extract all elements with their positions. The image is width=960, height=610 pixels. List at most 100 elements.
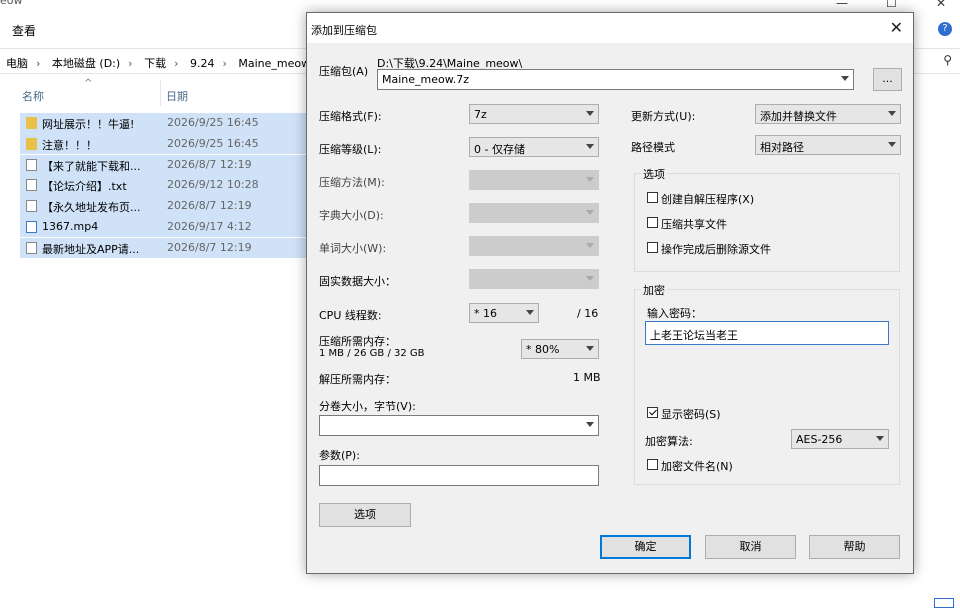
mem-detail: 1 MB / 26 GB / 32 GB [319, 348, 425, 359]
list-item[interactable]: 【永久地址发布页... 2026/8/7 12:19 [20, 196, 306, 217]
document-icon [26, 179, 37, 192]
decomp-value: 1 MB [573, 371, 601, 384]
delete-after-label[interactable]: 操作完成后删除源文件 [661, 241, 771, 257]
column-divider[interactable] [160, 80, 161, 106]
cpu-threads-select[interactable]: * 16 [469, 303, 539, 323]
dict-select [469, 203, 599, 223]
list-item[interactable]: 最新地址及APP请... 2026/8/7 12:19 [20, 237, 306, 259]
close-icon[interactable]: ✕ [936, 0, 946, 10]
file-name: 【论坛介绍】.txt [42, 180, 127, 194]
sort-up-icon: ^ [84, 78, 93, 89]
format-label: 压缩格式(F): [319, 110, 382, 123]
chevron-down-icon [586, 243, 594, 248]
document-icon [26, 241, 37, 254]
browse-button[interactable]: ... [873, 68, 902, 91]
mem-label: 压缩所需内存： [319, 335, 396, 348]
breadcrumb-item[interactable]: 下载 [144, 57, 166, 70]
split-label: 分卷大小，字节(V): [319, 400, 416, 413]
explorer-title: eow [0, 0, 23, 7]
password-value: 上老王论坛当老王 [650, 329, 738, 342]
sfx-label[interactable]: 创建自解压程序(X) [661, 191, 754, 207]
column-date[interactable]: 日期 [166, 88, 188, 104]
help-icon[interactable]: ? [938, 22, 952, 36]
file-list: 网址展示！！牛逼! 2026/9/25 16:45 注意！！！ 2026/9/25 … [20, 113, 306, 259]
ribbon-tab-view[interactable]: 查看 [12, 22, 36, 39]
video-icon [26, 220, 37, 233]
solid-select [469, 269, 599, 289]
level-label: 压缩等级(L): [319, 143, 382, 156]
maximize-icon[interactable]: ☐ [886, 0, 897, 10]
file-date: 2026/9/12 10:28 [167, 178, 259, 192]
column-name[interactable]: 名称 [22, 88, 44, 104]
chevron-right-icon: › [128, 57, 133, 70]
sfx-checkbox[interactable] [647, 192, 658, 203]
list-item[interactable]: 注意！！！ 2026/9/25 16:45 [20, 133, 306, 155]
params-input[interactable] [319, 465, 599, 486]
options-group-title: 选项 [641, 166, 667, 182]
breadcrumb: 电脑 › 本地磁盘 (D:) › 下载 › 9.24 › Maine_meow [6, 55, 316, 71]
cancel-button[interactable]: 取消 [705, 535, 796, 559]
options-button[interactable]: 选项 [319, 503, 411, 527]
update-value: 添加并替换文件 [760, 110, 837, 123]
method-label: 压缩方法(M): [319, 176, 385, 189]
chevron-down-icon [888, 142, 896, 147]
breadcrumb-item[interactable]: 9.24 [190, 57, 215, 70]
encrypt-names-checkbox[interactable] [647, 459, 658, 470]
show-password-checkbox[interactable] [647, 407, 658, 418]
delete-after-checkbox[interactable] [647, 242, 658, 253]
help-button[interactable]: 帮助 [809, 535, 900, 559]
minimize-icon[interactable]: — [836, 0, 848, 10]
search-icon[interactable]: ⚲ [943, 53, 952, 67]
breadcrumb-item[interactable]: 电脑 [6, 57, 28, 70]
level-select[interactable]: 0 - 仅存储 [469, 137, 599, 157]
chevron-down-icon [888, 111, 896, 116]
format-value: 7z [474, 108, 487, 121]
shared-files-checkbox[interactable] [647, 217, 658, 228]
breadcrumb-item[interactable]: 本地磁盘 (D:) [52, 57, 120, 70]
file-name: 注意！！！ [42, 138, 97, 152]
decomp-label: 解压所需内存： [319, 373, 396, 386]
ok-button[interactable]: 确定 [600, 535, 691, 559]
view-toggle-icon[interactable] [934, 598, 954, 608]
list-item[interactable]: 网址展示！！牛逼! 2026/9/25 16:45 [20, 113, 306, 134]
format-select[interactable]: 7z [469, 104, 599, 124]
encrypt-method-select[interactable]: AES-256 [791, 429, 889, 449]
breadcrumb-item[interactable]: Maine_meow [238, 57, 310, 70]
chevron-down-icon [586, 210, 594, 215]
file-name: 最新地址及APP请... [42, 242, 140, 256]
dialog-titlebar[interactable]: 添加到压缩包 ✕ [307, 13, 913, 43]
password-input[interactable]: 上老王论坛当老王 [645, 321, 889, 345]
split-size-combo[interactable] [319, 415, 599, 436]
list-item[interactable]: 【来了就能下载和... 2026/8/7 12:19 [20, 154, 306, 176]
file-name: 1367.mp4 [42, 219, 99, 233]
chevron-down-icon [526, 310, 534, 315]
shared-files-label[interactable]: 压缩共享文件 [661, 216, 727, 232]
file-name: 【来了就能下载和... [42, 159, 141, 173]
file-date: 2026/9/25 16:45 [167, 136, 259, 150]
close-icon[interactable]: ✕ [890, 18, 903, 37]
archive-label: 压缩包(A) [319, 65, 369, 78]
update-mode-select[interactable]: 添加并替换文件 [755, 104, 901, 124]
mem-value: * 80% [526, 343, 560, 356]
file-name: 网址展示！！牛逼! [42, 118, 135, 131]
path-mode-label: 路径模式 [631, 141, 675, 154]
word-label: 单词大小(W): [319, 242, 387, 255]
dict-label: 字典大小(D): [319, 209, 384, 222]
archive-name-combo[interactable]: Maine_meow.7z [377, 69, 854, 90]
path-mode-select[interactable]: 相对路径 [755, 135, 901, 155]
password-label: 输入密码： [647, 307, 702, 320]
show-password-label[interactable]: 显示密码(S) [661, 406, 721, 422]
list-item[interactable]: 1367.mp4 2026/9/17 4:12 [20, 216, 306, 238]
add-to-archive-dialog: 添加到压缩包 ✕ 压缩包(A) D:\下载\9.24\Maine_meow\ M… [306, 12, 914, 574]
level-value: 0 - 仅存储 [474, 143, 525, 156]
file-name: 【永久地址发布页... [42, 201, 141, 215]
mem-usage-select[interactable]: * 80% [521, 339, 599, 359]
encrypt-names-label[interactable]: 加密文件名(N) [661, 458, 733, 474]
chevron-down-icon [841, 76, 849, 81]
chevron-right-icon: › [174, 57, 179, 70]
list-item[interactable]: 【论坛介绍】.txt 2026/9/12 10:28 [20, 175, 306, 196]
chevron-down-icon [586, 276, 594, 281]
chevron-down-icon [586, 346, 594, 351]
cpu-label: CPU 线程数: [319, 309, 382, 322]
dialog-title: 添加到压缩包 [311, 24, 377, 37]
